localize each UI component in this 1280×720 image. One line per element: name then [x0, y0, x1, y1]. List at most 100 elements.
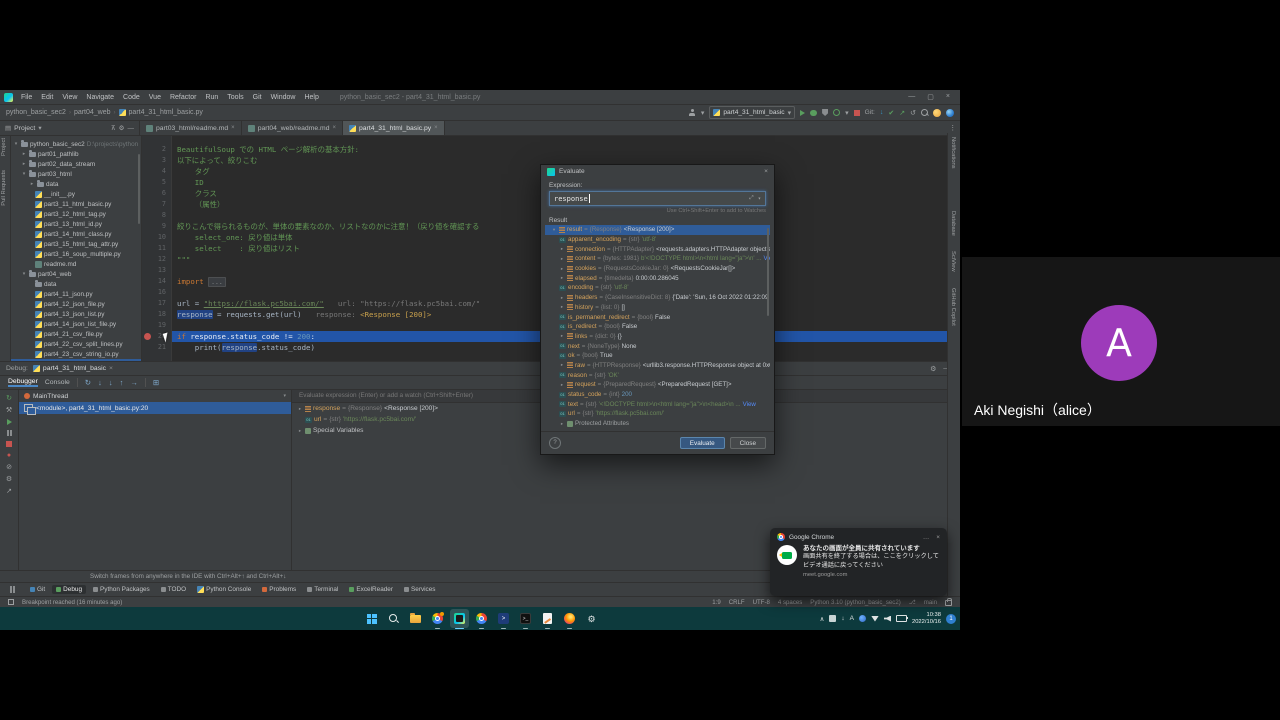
result-row[interactable]: 01next={NoneType}None [545, 341, 770, 351]
git-branch[interactable]: main [924, 599, 937, 606]
settings-icon[interactable]: ⚙ [119, 124, 125, 132]
code-with-me-icon[interactable] [689, 109, 696, 116]
toolbtn-git[interactable]: Git [26, 585, 49, 594]
menu-git[interactable]: Git [249, 94, 266, 101]
editor-tab-readme04[interactable]: part04_web/readme.md × [242, 121, 343, 135]
volume-icon[interactable] [884, 616, 891, 622]
expander-icon[interactable]: ▸ [297, 406, 303, 412]
tab-console[interactable]: Console [45, 379, 70, 386]
tree-item[interactable]: __init__.py [11, 189, 141, 199]
tree-item[interactable]: part4_14_json_list_file.py [11, 319, 141, 329]
result-row[interactable]: 01url={str}'https://flask.pc5bai.com/' [545, 409, 770, 419]
result-row[interactable]: 01is_permanent_redirect={bool}False [545, 312, 770, 322]
chevron-down-icon[interactable]: ▾ [38, 124, 41, 132]
step-out-icon[interactable]: ↑ [120, 379, 124, 387]
minimize-button[interactable]: — [908, 93, 915, 101]
tree-item[interactable]: ▾part03_html [11, 169, 141, 179]
result-row[interactable]: ▸content={bytes: 1981}b'<!DOCTYPE html>\… [545, 254, 770, 264]
editor-tab-part4-31[interactable]: part4_31_html_basic.py × [343, 121, 445, 135]
debug-gear-icon[interactable]: ⚙ [6, 476, 12, 483]
expander-icon[interactable]: ▾ [13, 141, 19, 147]
wifi-icon[interactable] [871, 616, 879, 622]
taskbar-powershell[interactable]: > [494, 609, 513, 628]
result-row[interactable]: 01status_code={int}200 [545, 390, 770, 400]
tree-item[interactable]: part4_21_csv_file.py [11, 329, 141, 339]
download-icon[interactable]: ↓ [841, 615, 844, 622]
toolbtn-problems[interactable]: Problems [258, 585, 300, 594]
taskbar-pycharm[interactable] [450, 609, 469, 628]
taskbar-notepad[interactable] [538, 609, 557, 628]
notification-close-icon[interactable]: × [936, 534, 940, 541]
debug-session-tab[interactable]: part4_31_html_basic × [33, 365, 113, 372]
result-row[interactable]: 01text={str}'<!DOCTYPE html>\n<html lang… [545, 399, 770, 409]
folded-code[interactable]: ... [208, 277, 226, 287]
tree-item[interactable]: data [11, 279, 141, 289]
close-dialog-icon[interactable]: × [764, 168, 768, 175]
notification-center-badge[interactable]: 1 [946, 614, 956, 624]
user-avatar-blue[interactable] [946, 109, 954, 117]
evaluate-dialog-titlebar[interactable]: Evaluate × [541, 165, 774, 178]
status-message[interactable]: Breakpoint reached (16 minutes ago) [22, 599, 122, 606]
view-breakpoints-icon[interactable]: ⊞ [153, 379, 159, 387]
tree-item[interactable]: ▾part04_web [11, 269, 141, 279]
tree-item[interactable]: readme.md [11, 259, 141, 269]
result-row[interactable]: ▸raw={HTTPResponse}<urllib3.response.HTT… [545, 361, 770, 371]
evaluate-button[interactable]: Evaluate [680, 437, 725, 449]
menu-edit[interactable]: Edit [37, 94, 57, 101]
stripe-pull-requests[interactable]: Pull Requests [1, 170, 7, 206]
close-tab-icon[interactable]: × [434, 125, 438, 131]
menu-refactor[interactable]: Refactor [166, 94, 200, 101]
stack-frame-selected[interactable]: <module>, part4_31_html_basic.py:20 [19, 402, 291, 414]
tree-item[interactable]: part3_11_html_basic.py [11, 199, 141, 209]
editor-tab-readme03[interactable]: part03_html/readme.md × [140, 121, 242, 135]
taskbar-firefox[interactable] [560, 609, 579, 628]
chevron-down-icon[interactable]: ▾ [845, 109, 849, 117]
result-row[interactable]: 01apparent_encoding={str}'utf-8' [545, 235, 770, 245]
toolbtn-todo[interactable]: TODO [157, 585, 190, 594]
view-link[interactable]: View [743, 401, 756, 408]
result-row[interactable]: ▸elapsed={timedelta}0:00:00.286045 [545, 273, 770, 283]
tree-scrollbar[interactable] [138, 154, 140, 224]
tree-item[interactable]: part3_13_html_id.py [11, 219, 141, 229]
stripe-database[interactable]: Database [950, 211, 956, 236]
close-tab-icon[interactable]: × [332, 125, 336, 131]
tree-item[interactable]: part3_14_html_class.py [11, 229, 141, 239]
user-avatar-orange[interactable] [933, 109, 941, 117]
result-scrollbar[interactable] [767, 228, 769, 316]
chrome-notification[interactable]: Google Chrome … × あなたの画面が全員に共有されています 画面共… [770, 528, 947, 596]
result-row-selected[interactable]: ▾result={Response}<Response [200]> [545, 225, 770, 235]
result-row[interactable]: ▸headers={CaseInsensitiveDict: 8}{'Date'… [545, 293, 770, 303]
result-row[interactable]: ▸connection={HTTPAdapter}<requests.adapt… [545, 244, 770, 254]
debug-button[interactable] [810, 110, 817, 116]
stripe-notifications[interactable]: Notifications [950, 137, 956, 169]
menu-view[interactable]: View [58, 94, 81, 101]
menu-navigate[interactable]: Navigate [82, 94, 118, 101]
window-layout-icon[interactable] [10, 586, 17, 593]
tree-item[interactable]: part4_22_csv_split_lines.py [11, 339, 141, 349]
pin-icon[interactable]: ↗ [6, 488, 12, 495]
taskbar-chrome[interactable] [428, 609, 447, 628]
git-push-icon[interactable]: ↗ [899, 109, 905, 117]
editor-options-icon[interactable]: ⋮ [949, 124, 956, 132]
menu-window[interactable]: Window [267, 94, 300, 101]
menu-vue[interactable]: Vue [145, 94, 165, 101]
toolbtn-python-console[interactable]: Python Console [193, 585, 255, 594]
stop-icon[interactable] [6, 441, 12, 447]
breadcrumb-project[interactable]: python_basic_sec2 [6, 109, 66, 116]
toolbtn-python-packages[interactable]: Python Packages [89, 585, 154, 594]
step-over-icon[interactable]: ↻ [85, 379, 91, 387]
tree-item[interactable]: part4_11_json.py [11, 289, 141, 299]
collapse-all-icon[interactable]: ⊼ [111, 124, 116, 132]
tree-item-selected[interactable]: part4_31_html_basic.py [11, 359, 141, 361]
search-everywhere-icon[interactable] [921, 109, 928, 116]
result-row[interactable]: ▸links={dict: 0}{} [545, 332, 770, 342]
caret-position[interactable]: 1:9 [712, 599, 720, 606]
debug-settings-icon[interactable]: ⚙ [930, 365, 936, 373]
ime-indicator[interactable]: A [850, 615, 854, 622]
edge-tray-icon[interactable] [859, 615, 866, 622]
close-tab-icon[interactable]: × [231, 125, 235, 131]
file-encoding[interactable]: UTF-8 [753, 599, 770, 606]
run-configuration-select[interactable]: part4_31_html_basic ▾ [709, 106, 795, 119]
toolbtn-debug[interactable]: Debug [52, 585, 86, 594]
editor-gutter[interactable]: 2 3 4 5 6 7 8 9 10 11 12 13 14 16 [142, 136, 172, 361]
